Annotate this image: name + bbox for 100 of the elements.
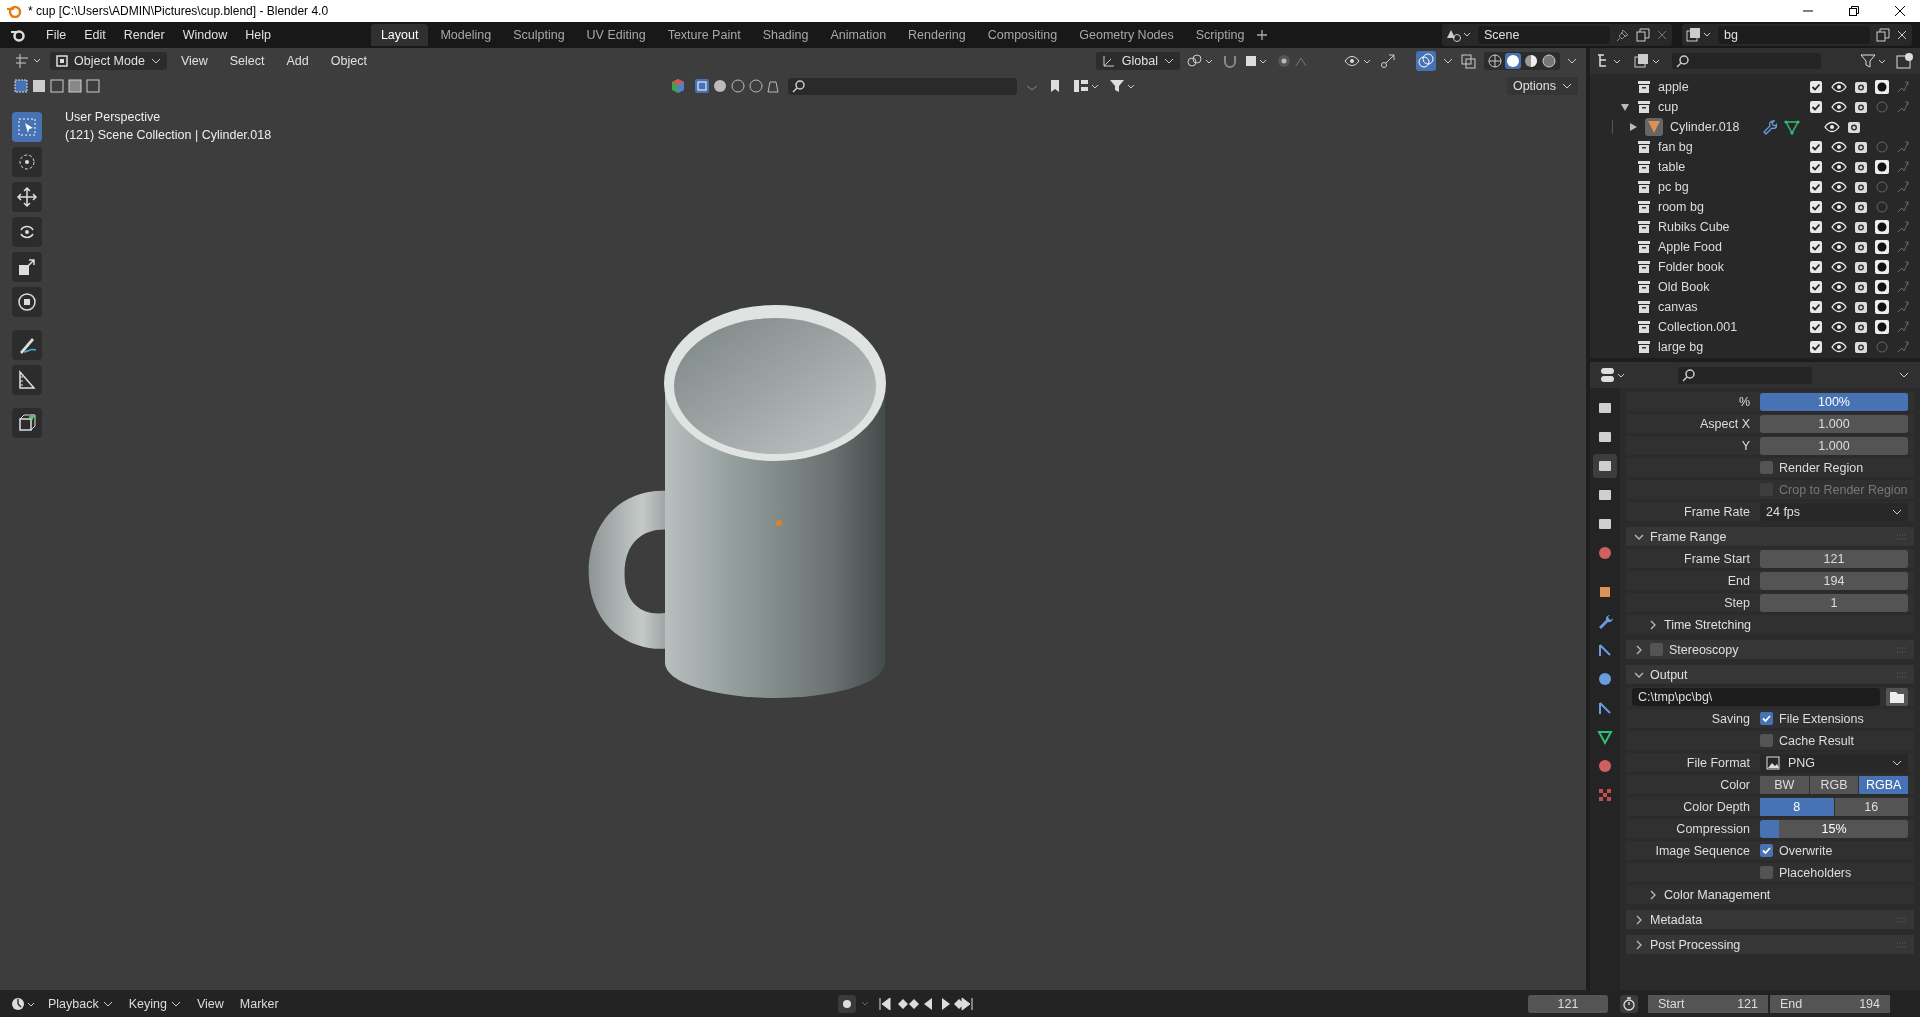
- current-frame-field[interactable]: 121: [1528, 994, 1608, 1013]
- menu-item[interactable]: Object: [322, 52, 375, 70]
- outliner-item[interactable]: Old Book: [1658, 280, 1710, 294]
- view-layer-field[interactable]: bg: [1718, 26, 1870, 44]
- checkbox[interactable]: [1810, 221, 1822, 233]
- viewport[interactable]: Object Mode View Select Add Object Global Options User Perspective (121) Scene Collection | Cylinder.018: [0, 48, 1586, 990]
- arrow-icon[interactable]: [1896, 140, 1910, 154]
- eye-icon[interactable]: [1831, 281, 1847, 293]
- number-field[interactable]: 121: [1760, 549, 1908, 568]
- eye-icon[interactable]: [1831, 221, 1847, 233]
- expand-arrow-icon[interactable]: [1620, 102, 1630, 112]
- scale-icon[interactable]: [12, 252, 42, 282]
- drag-handle-icon[interactable]: [1896, 646, 1908, 653]
- holdout-icon[interactable]: [1875, 160, 1889, 174]
- arrow-icon[interactable]: [1896, 260, 1910, 274]
- eye-icon[interactable]: [1824, 121, 1840, 133]
- checkbox[interactable]: [1810, 161, 1822, 173]
- drag-handle-icon[interactable]: [1896, 533, 1908, 540]
- menu-item[interactable]: Edit: [76, 25, 114, 45]
- outliner-item[interactable]: Cylinder.018: [1670, 120, 1740, 134]
- search-field[interactable]: [787, 77, 1017, 95]
- caret-icon[interactable]: [1898, 371, 1910, 379]
- output-path-field[interactable]: C:\tmp\pc\bg\: [1632, 687, 1880, 706]
- checkbox[interactable]: [1810, 141, 1822, 153]
- workspace-tab[interactable]: Shading: [752, 24, 819, 46]
- holdout-icon[interactable]: [1875, 320, 1889, 334]
- orientation-dropdown[interactable]: Global: [1095, 52, 1180, 70]
- cube-icon[interactable]: [669, 78, 686, 94]
- restore-icon[interactable]: [1848, 5, 1860, 17]
- options-dropdown[interactable]: Options: [1506, 77, 1578, 95]
- outliner-item[interactable]: pc bg: [1658, 180, 1689, 194]
- arrow-icon[interactable]: [1896, 220, 1910, 234]
- outliner-item[interactable]: room bg: [1658, 200, 1704, 214]
- slider-field[interactable]: 15%: [1760, 819, 1908, 838]
- subpanel-header[interactable]: Color Management: [1626, 885, 1914, 904]
- menu-item[interactable]: Keying: [122, 994, 187, 1013]
- pencil-icon[interactable]: [12, 330, 42, 360]
- panel-header[interactable]: Post Processing: [1626, 935, 1914, 954]
- eye-icon[interactable]: [1831, 241, 1847, 253]
- arrow-icon[interactable]: [1896, 80, 1910, 94]
- mesh-icon[interactable]: [1783, 119, 1800, 135]
- xray-icon[interactable]: [1460, 53, 1478, 69]
- menu-item[interactable]: View: [190, 994, 230, 1013]
- number-field[interactable]: 1: [1760, 593, 1908, 612]
- eye-icon[interactable]: [1831, 321, 1847, 333]
- checkbox[interactable]: [1810, 281, 1822, 293]
- menu-item[interactable]: File: [38, 25, 75, 45]
- workspace-tab[interactable]: Rendering: [898, 24, 976, 46]
- drag-handle-icon[interactable]: [1896, 916, 1908, 923]
- eye-icon[interactable]: [1831, 181, 1847, 193]
- rotate-icon[interactable]: [12, 217, 42, 247]
- menu-item[interactable]: Add: [278, 52, 317, 70]
- workspace-tab[interactable]: Layout: [370, 24, 429, 46]
- filter-icon[interactable]: [1860, 53, 1888, 69]
- workspace-tab[interactable]: Sculpting: [503, 24, 575, 46]
- holdout-icon[interactable]: [1875, 220, 1889, 234]
- toggle-option[interactable]: 8: [1760, 797, 1834, 816]
- toggle-option[interactable]: RGBA: [1859, 775, 1908, 794]
- outliner-item[interactable]: Folder book: [1658, 260, 1724, 274]
- toggle-option[interactable]: 16: [1834, 797, 1908, 816]
- outliner-item[interactable]: large bg: [1658, 340, 1704, 354]
- close-icon[interactable]: [1894, 5, 1906, 17]
- plus-icon[interactable]: [1256, 29, 1269, 41]
- stopwatch-icon[interactable]: [1620, 994, 1638, 1013]
- eye-icon[interactable]: [1831, 141, 1847, 153]
- number-field[interactable]: 1.000: [1760, 436, 1908, 455]
- start-frame-field[interactable]: Start 121: [1648, 994, 1768, 1013]
- cube-icon[interactable]: [12, 408, 42, 438]
- panel-header[interactable]: Frame Range: [1626, 527, 1914, 546]
- menu-item[interactable]: Playback: [42, 994, 119, 1013]
- checkbox[interactable]: [1810, 201, 1822, 213]
- scene-field[interactable]: Scene: [1478, 26, 1610, 44]
- slider-field[interactable]: 100%: [1760, 392, 1908, 411]
- panel-header[interactable]: Output: [1626, 665, 1914, 684]
- workspace-tab[interactable]: Scripting: [1185, 24, 1255, 46]
- arrow-icon[interactable]: [1896, 240, 1910, 254]
- blender-logo-icon[interactable]: [10, 28, 26, 42]
- hierarchy-icon[interactable]: [1072, 78, 1101, 94]
- arrow-icon[interactable]: [1896, 100, 1910, 114]
- select-box-icon[interactable]: [12, 112, 42, 142]
- checkbox[interactable]: [1810, 181, 1822, 193]
- outliner-item[interactable]: cup: [1658, 100, 1679, 114]
- outliner-item[interactable]: Collection.001: [1658, 320, 1738, 334]
- search-field[interactable]: [1678, 366, 1812, 384]
- eye-icon[interactable]: [1831, 341, 1847, 353]
- copy-icon[interactable]: [1636, 28, 1650, 42]
- shaded-sphere-icon[interactable]: [1541, 53, 1557, 69]
- outliner-item[interactable]: Rubiks Cube: [1658, 220, 1730, 234]
- eye-icon[interactable]: [1831, 101, 1847, 113]
- checkbox[interactable]: [1760, 866, 1773, 879]
- drag-handle-icon[interactable]: [1896, 671, 1908, 678]
- toggle-option[interactable]: BW: [1760, 775, 1809, 794]
- checkbox[interactable]: [1760, 734, 1773, 747]
- arrow-icon[interactable]: [1896, 300, 1910, 314]
- checkbox[interactable]: [1760, 712, 1773, 725]
- caret-icon[interactable]: [1442, 57, 1454, 65]
- wireframe-sphere-icon[interactable]: [1487, 53, 1503, 69]
- checkbox[interactable]: [1810, 241, 1822, 253]
- arrow-icon[interactable]: [1896, 200, 1910, 214]
- dropdown[interactable]: 24 fps: [1760, 502, 1908, 521]
